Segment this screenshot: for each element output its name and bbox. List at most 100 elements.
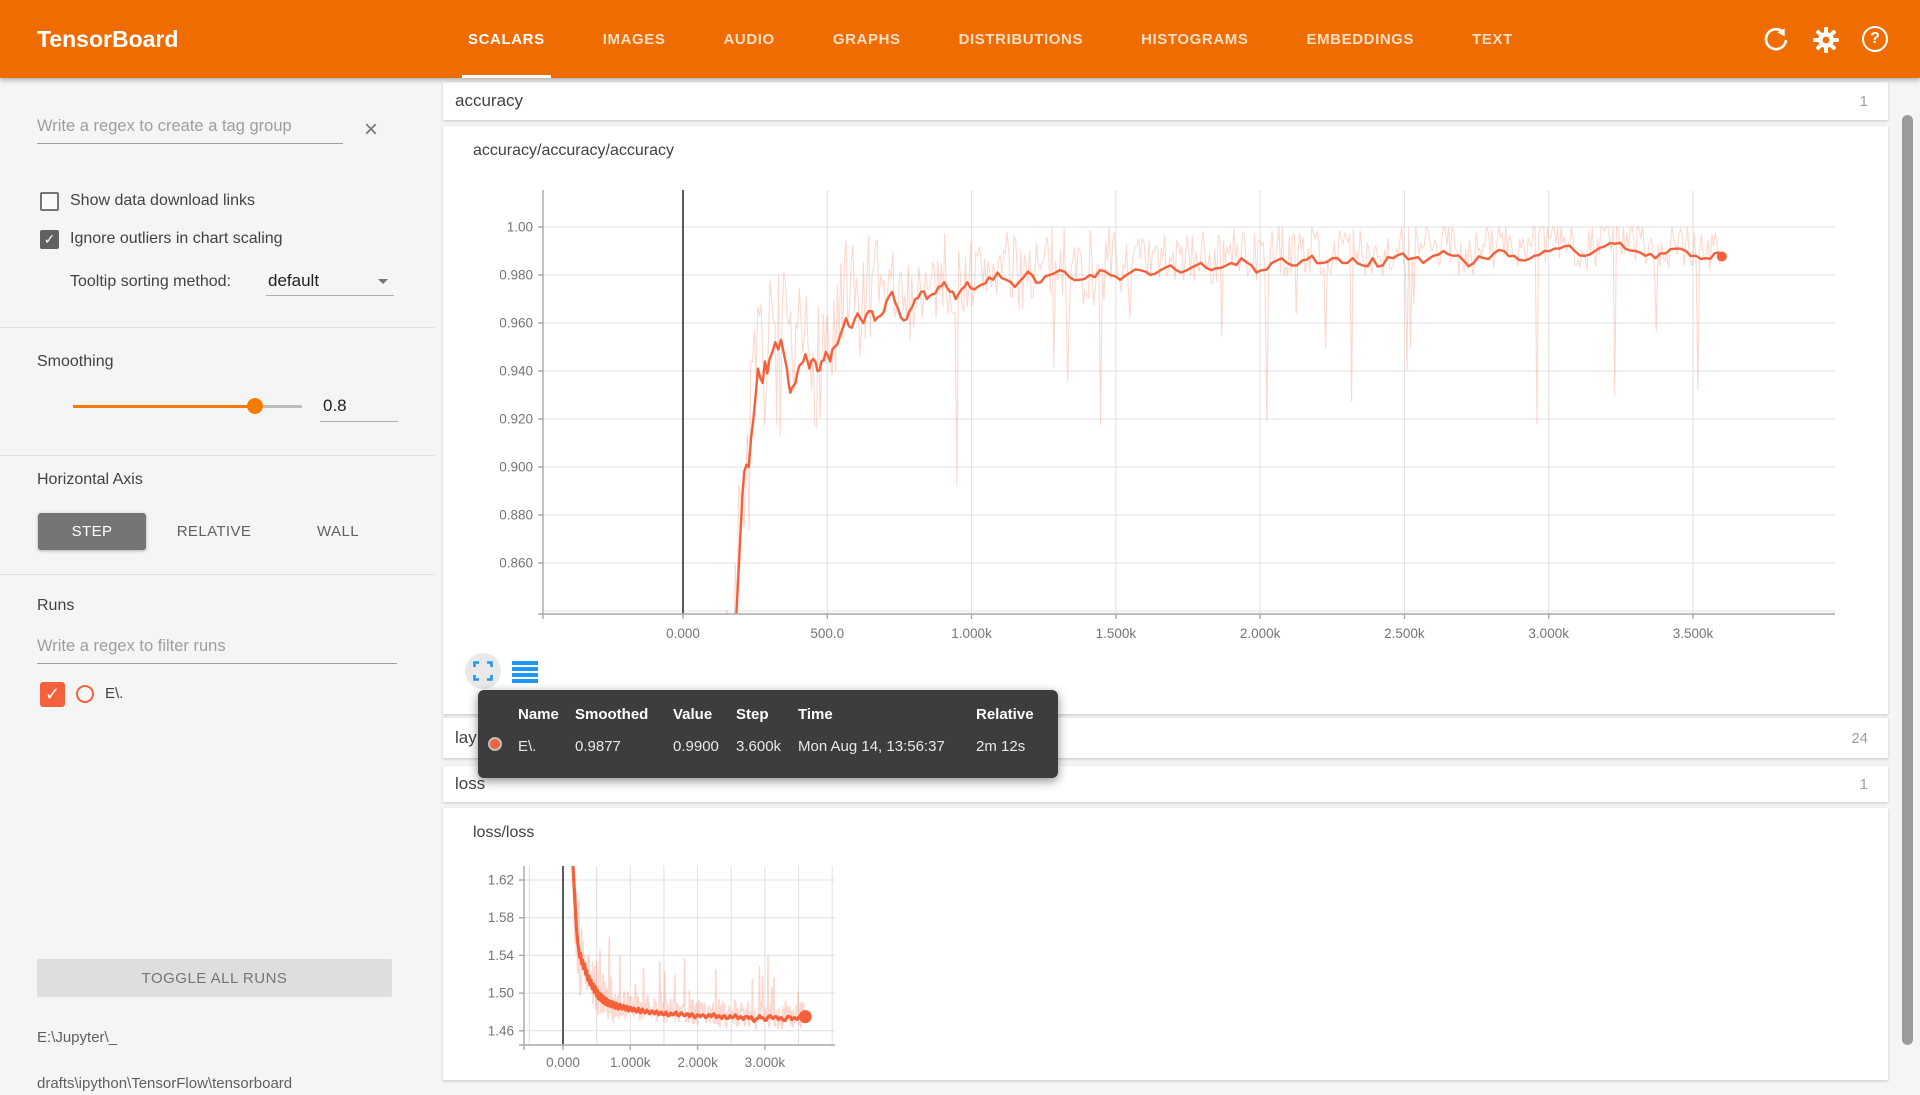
y-tick-label: 0.980 <box>499 268 533 283</box>
y-tick-label: 1.58 <box>488 910 514 925</box>
x-tick-label: 0.000 <box>546 1055 580 1070</box>
smoothing-slider-handle[interactable] <box>247 398 263 414</box>
x-tick-label: 1.000k <box>951 626 992 641</box>
section-header-accuracy[interactable]: accuracy 1 <box>443 82 1888 120</box>
settings-icon[interactable] <box>1812 26 1840 54</box>
tooltip-relative: 2m 12s <box>976 738 1046 755</box>
tab-graphs[interactable]: GRAPHS <box>827 0 907 78</box>
y-tick-label: 1.54 <box>488 948 515 963</box>
runs-label: Runs <box>37 597 74 615</box>
section-count: 1 <box>1860 93 1868 110</box>
smoothing-slider-track-filled[interactable] <box>73 405 255 408</box>
tooltip-sorting-label: Tooltip sorting method: <box>70 273 231 291</box>
divider <box>0 455 435 456</box>
help-icon[interactable]: ? <box>1862 26 1888 52</box>
last-point-dot[interactable] <box>799 1010 812 1023</box>
tab-bar: SCALARS IMAGES AUDIO GRAPHS DISTRIBUTIONS HIS… <box>462 0 1519 78</box>
tooltip-header-time: Time <box>798 706 976 723</box>
toggle-data-table-button[interactable] <box>512 661 538 685</box>
horizontal-axis-label: Horizontal Axis <box>37 471 143 489</box>
chart-title: accuracy/accuracy/accuracy <box>473 142 674 160</box>
logdir-line1: E:\Jupyter\_ <box>37 1029 117 1046</box>
y-tick-label: 0.880 <box>499 508 533 523</box>
select-underline <box>266 295 394 296</box>
axis-wall-button[interactable]: WALL <box>300 513 376 550</box>
tooltip-header-smoothed: Smoothed <box>575 706 673 723</box>
smoothed-series-line <box>736 243 1722 614</box>
y-tick-label: 0.920 <box>499 412 533 427</box>
tooltip-header-relative: Relative <box>976 706 1046 723</box>
chart-title: loss/loss <box>473 824 534 842</box>
divider <box>0 574 435 575</box>
ignore-outliers-label: Ignore outliers in chart scaling <box>70 230 283 248</box>
sidebar: × Show data download links ✓ Ignore outl… <box>0 78 435 1080</box>
smoothing-label: Smoothing <box>37 353 114 371</box>
x-tick-label: 1.500k <box>1096 626 1137 641</box>
run-label: E\. <box>105 685 123 702</box>
loss-chart[interactable]: 1.621.581.541.501.460.0001.000k2.000k3.0… <box>443 808 1888 1080</box>
refresh-icon[interactable] <box>1762 26 1790 54</box>
tooltip-value: 0.9900 <box>673 738 736 755</box>
x-tick-label: 1.000k <box>610 1055 651 1070</box>
x-tick-label: 500.0 <box>810 626 844 641</box>
tab-text[interactable]: TEXT <box>1466 0 1519 78</box>
smoothing-underline <box>320 421 398 422</box>
tooltip-header-value: Value <box>673 706 736 723</box>
x-tick-label: 3.500k <box>1673 626 1714 641</box>
section-count: 1 <box>1860 776 1868 793</box>
x-tick-label: 2.000k <box>677 1055 718 1070</box>
fullscreen-icon <box>473 661 493 681</box>
expand-chart-button[interactable] <box>465 653 501 689</box>
section-count: 24 <box>1851 730 1868 747</box>
run-swatch-icon <box>488 737 502 751</box>
tooltip-header-name: Name <box>518 706 575 723</box>
axis-step-button[interactable]: STEP <box>38 513 146 550</box>
app-title: TensorBoard <box>37 26 178 53</box>
run-color-dot <box>76 685 94 703</box>
chevron-down-icon <box>378 279 388 284</box>
toggle-all-runs-button[interactable]: TOGGLE ALL RUNS <box>37 959 392 997</box>
loss-chart-card: loss/loss 1.621.581.541.501.460.0001.000… <box>443 808 1888 1080</box>
x-tick-label: 3.000k <box>1528 626 1569 641</box>
tab-scalars[interactable]: SCALARS <box>462 0 551 78</box>
x-tick-label: 0.000 <box>666 626 700 641</box>
y-tick-label: 1.00 <box>507 220 533 235</box>
tooltip-time: Mon Aug 14, 13:56:37 <box>798 738 976 755</box>
show-download-links-checkbox[interactable] <box>40 192 59 211</box>
x-tick-label: 3.000k <box>745 1055 786 1070</box>
y-tick-label: 1.50 <box>488 986 514 1001</box>
show-download-links-label: Show data download links <box>70 192 255 210</box>
chart-tooltip: Name Smoothed Value Step Time Relative E… <box>478 690 1058 778</box>
tooltip-smoothed: 0.9877 <box>575 738 673 755</box>
tab-audio[interactable]: AUDIO <box>717 0 780 78</box>
tooltip-name: E\. <box>518 738 575 755</box>
y-tick-label: 0.960 <box>499 316 533 331</box>
tooltip-header-step: Step <box>736 706 798 723</box>
y-tick-label: 0.900 <box>499 460 533 475</box>
axis-relative-button[interactable]: RELATIVE <box>160 513 268 550</box>
tooltip-sorting-select[interactable]: default <box>268 271 319 291</box>
scrollbar-thumb[interactable] <box>1902 115 1913 1045</box>
section-title: lay <box>455 728 477 748</box>
divider <box>0 327 435 328</box>
tab-histograms[interactable]: HISTOGRAMS <box>1135 0 1254 78</box>
run-checkbox[interactable]: ✓ <box>40 682 65 707</box>
tag-filter-input[interactable] <box>37 110 343 144</box>
x-tick-label: 2.000k <box>1240 626 1281 641</box>
close-icon[interactable]: × <box>364 116 378 144</box>
app-header: TensorBoard SCALARS IMAGES AUDIO GRAPHS DIST… <box>0 0 1920 78</box>
tab-images[interactable]: IMAGES <box>597 0 672 78</box>
last-point-dot[interactable] <box>1717 252 1727 262</box>
ignore-outliers-checkbox[interactable]: ✓ <box>40 230 59 249</box>
tab-embeddings[interactable]: EMBEDDINGS <box>1300 0 1420 78</box>
y-tick-label: 0.860 <box>499 556 533 571</box>
smoothing-value[interactable]: 0.8 <box>323 396 347 416</box>
runs-filter-input[interactable] <box>37 630 397 664</box>
tab-distributions[interactable]: DISTRIBUTIONS <box>953 0 1089 78</box>
tooltip-step: 3.600k <box>736 738 798 755</box>
y-tick-label: 1.46 <box>488 1023 514 1038</box>
axes: 1.00 0.980 0.960 0.940 0.920 0.900 0.880 0.860 0… <box>499 190 1835 641</box>
accuracy-chart[interactable]: 1.00 0.980 0.960 0.940 0.920 0.900 0.880 0.860 0… <box>443 126 1888 714</box>
y-tick-label: 0.940 <box>499 364 533 379</box>
logdir-path: E:\Jupyter\_ drafts\ipython\TensorFlow\t… <box>37 1003 292 1095</box>
